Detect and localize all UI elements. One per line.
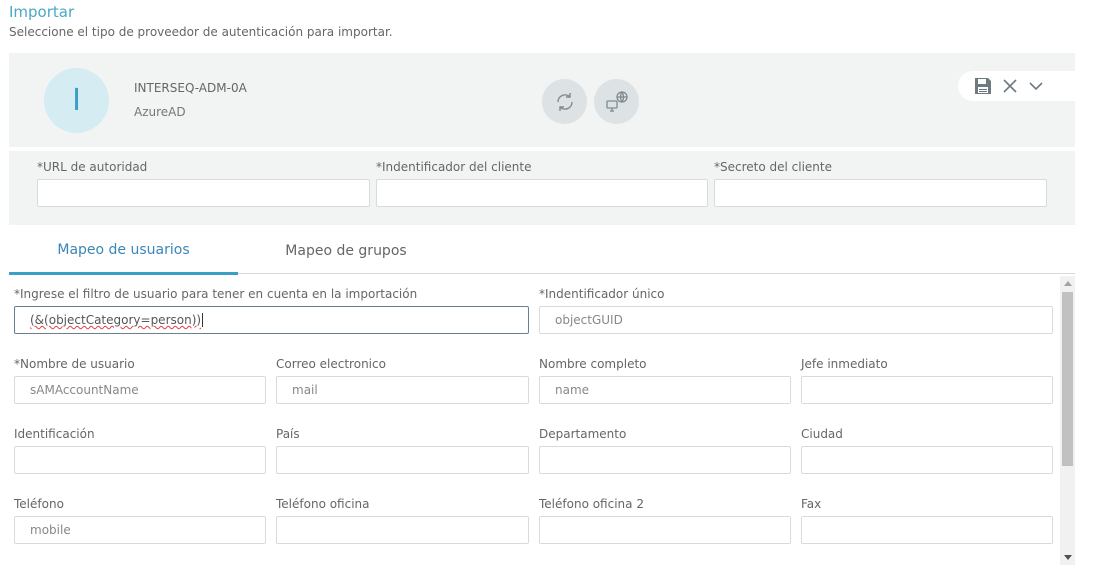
client-secret-input[interactable]: [714, 179, 1047, 207]
country-input[interactable]: [276, 446, 529, 474]
network-icon: [605, 90, 628, 112]
close-icon: [1003, 79, 1017, 93]
unique-id-label: *Indentificador único: [539, 287, 665, 301]
page-title: Importar: [9, 3, 75, 21]
office-phone2-label: Teléfono oficina 2: [539, 497, 644, 511]
vertical-scrollbar[interactable]: [1060, 276, 1075, 565]
sync-button[interactable]: [542, 79, 587, 124]
close-button[interactable]: [1002, 78, 1018, 94]
page-subtitle: Seleccione el tipo de proveedor de auten…: [9, 25, 393, 39]
manager-label: Jefe inmediato: [801, 357, 888, 371]
network-button[interactable]: [594, 79, 639, 124]
scroll-down-arrow-icon[interactable]: [1064, 555, 1072, 560]
avatar: I: [44, 68, 109, 133]
provider-type: AzureAD: [134, 105, 186, 119]
client-secret-label: *Secreto del cliente: [714, 160, 833, 174]
identification-input[interactable]: [14, 446, 266, 474]
provider-card: I INTERSEQ-ADM-0A AzureAD: [9, 53, 1075, 147]
unique-id-input[interactable]: [539, 306, 1053, 334]
username-input[interactable]: [14, 376, 266, 404]
department-input[interactable]: [539, 446, 791, 474]
save-icon: [975, 78, 991, 94]
user-mapping-form: *Ingrese el filtro de usuario para tener…: [0, 276, 1093, 566]
credentials-panel: *URL de autoridad *Indentificador del cl…: [9, 151, 1075, 225]
client-id-input[interactable]: [376, 179, 708, 207]
fullname-input[interactable]: [539, 376, 791, 404]
collapse-button[interactable]: [1028, 78, 1044, 94]
chevron-down-icon: [1029, 82, 1043, 91]
office-phone2-input[interactable]: [539, 516, 791, 544]
email-label: Correo electronico: [276, 357, 386, 371]
text-caret: [202, 313, 204, 327]
manager-input[interactable]: [801, 376, 1053, 404]
authority-url-input[interactable]: [37, 179, 370, 207]
scroll-up-arrow-icon[interactable]: [1064, 281, 1072, 286]
tab-group-mapping[interactable]: Mapeo de grupos: [238, 228, 454, 274]
office-phone-input[interactable]: [276, 516, 529, 544]
mapping-tabs: Mapeo de usuarios Mapeo de grupos: [9, 228, 1075, 275]
fax-label: Fax: [801, 497, 822, 511]
office-phone-label: Teléfono oficina: [276, 497, 370, 511]
authority-url-label: *URL de autoridad: [37, 160, 148, 174]
fullname-label: Nombre completo: [539, 357, 647, 371]
country-label: País: [276, 427, 300, 441]
sync-icon: [556, 92, 573, 111]
city-label: Ciudad: [801, 427, 843, 441]
filter-label: *Ingrese el filtro de usuario para tener…: [14, 287, 418, 301]
avatar-letter: I: [72, 83, 81, 118]
username-label: *Nombre de usuario: [14, 357, 135, 371]
scroll-thumb[interactable]: [1062, 292, 1073, 466]
action-bar: [958, 71, 1075, 101]
identification-label: Identificación: [14, 427, 95, 441]
city-input[interactable]: [801, 446, 1053, 474]
phone-input[interactable]: [14, 516, 266, 544]
phone-label: Teléfono: [14, 497, 64, 511]
department-label: Departamento: [539, 427, 627, 441]
fax-input[interactable]: [801, 516, 1053, 544]
provider-name: INTERSEQ-ADM-0A: [134, 81, 247, 95]
tab-user-mapping[interactable]: Mapeo de usuarios: [9, 228, 238, 275]
client-id-label: *Indentificador del cliente: [376, 160, 532, 174]
filter-input[interactable]: (&(objectCategory=person)): [14, 306, 529, 334]
save-button[interactable]: [974, 77, 992, 95]
email-input[interactable]: [276, 376, 529, 404]
filter-value: (&(objectCategory=person)): [30, 313, 202, 327]
